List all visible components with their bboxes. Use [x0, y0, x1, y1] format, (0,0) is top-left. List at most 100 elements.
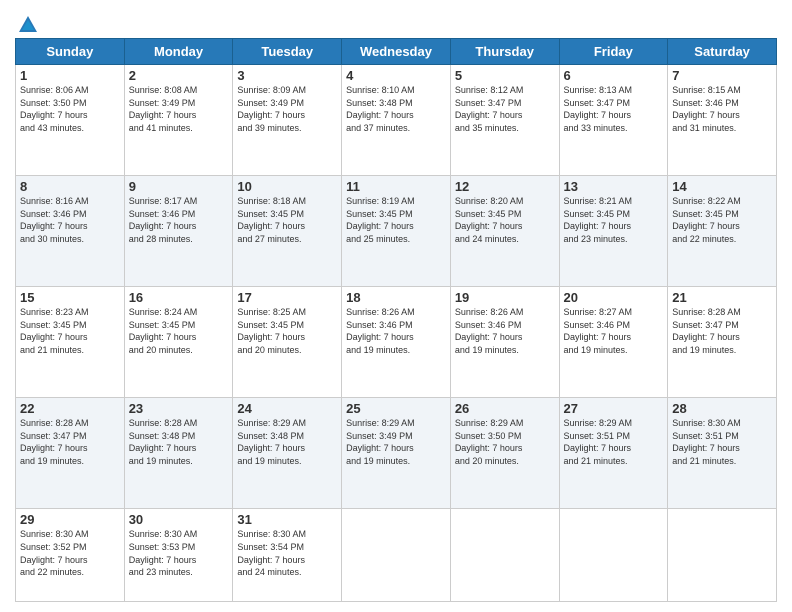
day-info: Sunrise: 8:30 AMSunset: 3:52 PMDaylight:…	[20, 528, 120, 578]
day-info: Sunrise: 8:30 AMSunset: 3:53 PMDaylight:…	[129, 528, 229, 578]
weekday-header-tuesday: Tuesday	[233, 39, 342, 65]
calendar-cell: 12Sunrise: 8:20 AMSunset: 3:45 PMDayligh…	[450, 176, 559, 287]
page: SundayMondayTuesdayWednesdayThursdayFrid…	[0, 0, 792, 612]
day-info-line: Daylight: 7 hours	[129, 555, 197, 565]
day-info: Sunrise: 8:29 AMSunset: 3:51 PMDaylight:…	[564, 417, 664, 467]
calendar-row-2: 8Sunrise: 8:16 AMSunset: 3:46 PMDaylight…	[16, 176, 777, 287]
calendar-cell: 2Sunrise: 8:08 AMSunset: 3:49 PMDaylight…	[124, 65, 233, 176]
day-info-line: Sunset: 3:45 PM	[237, 320, 304, 330]
day-info-line: Daylight: 7 hours	[564, 332, 632, 342]
day-info-line: Sunrise: 8:09 AM	[237, 85, 306, 95]
day-number: 18	[346, 290, 446, 305]
header	[15, 10, 777, 32]
calendar-cell: 30Sunrise: 8:30 AMSunset: 3:53 PMDayligh…	[124, 509, 233, 602]
day-info-line: Sunrise: 8:17 AM	[129, 196, 198, 206]
calendar-cell: 8Sunrise: 8:16 AMSunset: 3:46 PMDaylight…	[16, 176, 125, 287]
calendar-cell	[450, 509, 559, 602]
day-number: 5	[455, 68, 555, 83]
day-number: 9	[129, 179, 229, 194]
day-number: 26	[455, 401, 555, 416]
day-number: 24	[237, 401, 337, 416]
day-info-line: Daylight: 7 hours	[346, 110, 414, 120]
calendar-cell: 27Sunrise: 8:29 AMSunset: 3:51 PMDayligh…	[559, 398, 668, 509]
calendar-row-4: 22Sunrise: 8:28 AMSunset: 3:47 PMDayligh…	[16, 398, 777, 509]
day-number: 14	[672, 179, 772, 194]
calendar-cell: 6Sunrise: 8:13 AMSunset: 3:47 PMDaylight…	[559, 65, 668, 176]
day-info-line: and 20 minutes.	[237, 345, 301, 355]
day-info-line: and 19 minutes.	[129, 456, 193, 466]
day-info-line: Daylight: 7 hours	[129, 443, 197, 453]
day-info: Sunrise: 8:09 AM Sunset: 3:49 PM Daylight:…	[237, 84, 337, 134]
day-info-line: Sunset: 3:46 PM	[564, 320, 631, 330]
day-info-line: and 24 minutes.	[455, 234, 519, 244]
day-info-line: Sunrise: 8:13 AM	[564, 85, 633, 95]
day-number: 27	[564, 401, 664, 416]
day-info-line: Daylight: 7 hours	[129, 332, 197, 342]
day-info-line: Daylight: 7 hours	[346, 332, 414, 342]
day-info: Sunrise: 8:21 AMSunset: 3:45 PMDaylight:…	[564, 195, 664, 245]
weekday-header-monday: Monday	[124, 39, 233, 65]
calendar-cell: 22Sunrise: 8:28 AMSunset: 3:47 PMDayligh…	[16, 398, 125, 509]
day-info-line: Daylight: 7 hours	[672, 110, 740, 120]
day-info-line: and 37 minutes.	[346, 123, 410, 133]
day-info: Sunrise: 8:29 AMSunset: 3:48 PMDaylight:…	[237, 417, 337, 467]
day-info-line: and 25 minutes.	[346, 234, 410, 244]
day-info-line: and 35 minutes.	[455, 123, 519, 133]
day-info: Sunrise: 8:28 AMSunset: 3:47 PMDaylight:…	[672, 306, 772, 356]
day-number: 17	[237, 290, 337, 305]
day-info-line: Daylight: 7 hours	[237, 110, 305, 120]
calendar-cell: 20Sunrise: 8:27 AMSunset: 3:46 PMDayligh…	[559, 287, 668, 398]
day-info-line: Sunset: 3:54 PM	[237, 542, 304, 552]
day-info-line: Sunset: 3:49 PM	[237, 98, 304, 108]
day-info-line: Sunrise: 8:10 AM	[346, 85, 415, 95]
day-info-line: Sunset: 3:49 PM	[129, 98, 196, 108]
day-info: Sunrise: 8:29 AMSunset: 3:50 PMDaylight:…	[455, 417, 555, 467]
calendar-cell: 7Sunrise: 8:15 AMSunset: 3:46 PMDaylight…	[668, 65, 777, 176]
weekday-header-friday: Friday	[559, 39, 668, 65]
day-info-line: and 23 minutes.	[129, 567, 193, 577]
day-info-line: Sunrise: 8:19 AM	[346, 196, 415, 206]
day-info-line: and 28 minutes.	[129, 234, 193, 244]
day-info-line: Sunset: 3:45 PM	[455, 209, 522, 219]
calendar-cell: 24Sunrise: 8:29 AMSunset: 3:48 PMDayligh…	[233, 398, 342, 509]
day-number: 7	[672, 68, 772, 83]
day-info-line: Sunset: 3:46 PM	[346, 320, 413, 330]
logo-icon	[17, 14, 39, 36]
day-info-line: Sunrise: 8:30 AM	[237, 529, 306, 539]
day-info-line: Sunrise: 8:16 AM	[20, 196, 89, 206]
day-info-line: Sunrise: 8:28 AM	[129, 418, 198, 428]
day-info: Sunrise: 8:22 AMSunset: 3:45 PMDaylight:…	[672, 195, 772, 245]
day-number: 21	[672, 290, 772, 305]
day-info-line: Sunset: 3:53 PM	[129, 542, 196, 552]
day-info-line: Sunrise: 8:30 AM	[672, 418, 741, 428]
day-info: Sunrise: 8:13 AMSunset: 3:47 PMDaylight:…	[564, 84, 664, 134]
day-info-line: Sunset: 3:45 PM	[564, 209, 631, 219]
calendar-cell: 25Sunrise: 8:29 AMSunset: 3:49 PMDayligh…	[342, 398, 451, 509]
day-info-line: Sunset: 3:51 PM	[672, 431, 739, 441]
day-info-line: Daylight: 7 hours	[129, 110, 197, 120]
day-info-line: Sunrise: 8:22 AM	[672, 196, 741, 206]
day-info-line: Sunset: 3:48 PM	[129, 431, 196, 441]
day-info-line: Daylight: 7 hours	[237, 221, 305, 231]
day-number: 29	[20, 512, 120, 527]
day-info-line: and 41 minutes.	[129, 123, 193, 133]
weekday-header-wednesday: Wednesday	[342, 39, 451, 65]
day-info-line: and 22 minutes.	[20, 567, 84, 577]
calendar-cell: 9Sunrise: 8:17 AMSunset: 3:46 PMDaylight…	[124, 176, 233, 287]
day-info-line: Sunrise: 8:24 AM	[129, 307, 198, 317]
day-number: 12	[455, 179, 555, 194]
calendar-cell: 18Sunrise: 8:26 AMSunset: 3:46 PMDayligh…	[342, 287, 451, 398]
calendar-row-5: 29Sunrise: 8:30 AMSunset: 3:52 PMDayligh…	[16, 509, 777, 602]
calendar-cell: 17Sunrise: 8:25 AMSunset: 3:45 PMDayligh…	[233, 287, 342, 398]
day-info-line: and 43 minutes.	[20, 123, 84, 133]
calendar-cell: 29Sunrise: 8:30 AMSunset: 3:52 PMDayligh…	[16, 509, 125, 602]
day-info-line: and 39 minutes.	[237, 123, 301, 133]
calendar-cell: 26Sunrise: 8:29 AMSunset: 3:50 PMDayligh…	[450, 398, 559, 509]
day-info: Sunrise: 8:23 AMSunset: 3:45 PMDaylight:…	[20, 306, 120, 356]
day-info-line: and 19 minutes.	[564, 345, 628, 355]
day-info-line: Daylight: 7 hours	[237, 332, 305, 342]
day-info: Sunrise: 8:19 AMSunset: 3:45 PMDaylight:…	[346, 195, 446, 245]
day-info: Sunrise: 8:27 AMSunset: 3:46 PMDaylight:…	[564, 306, 664, 356]
calendar-row-1: 1Sunrise: 8:06 AMSunset: 3:50 PMDaylight…	[16, 65, 777, 176]
weekday-header-saturday: Saturday	[668, 39, 777, 65]
